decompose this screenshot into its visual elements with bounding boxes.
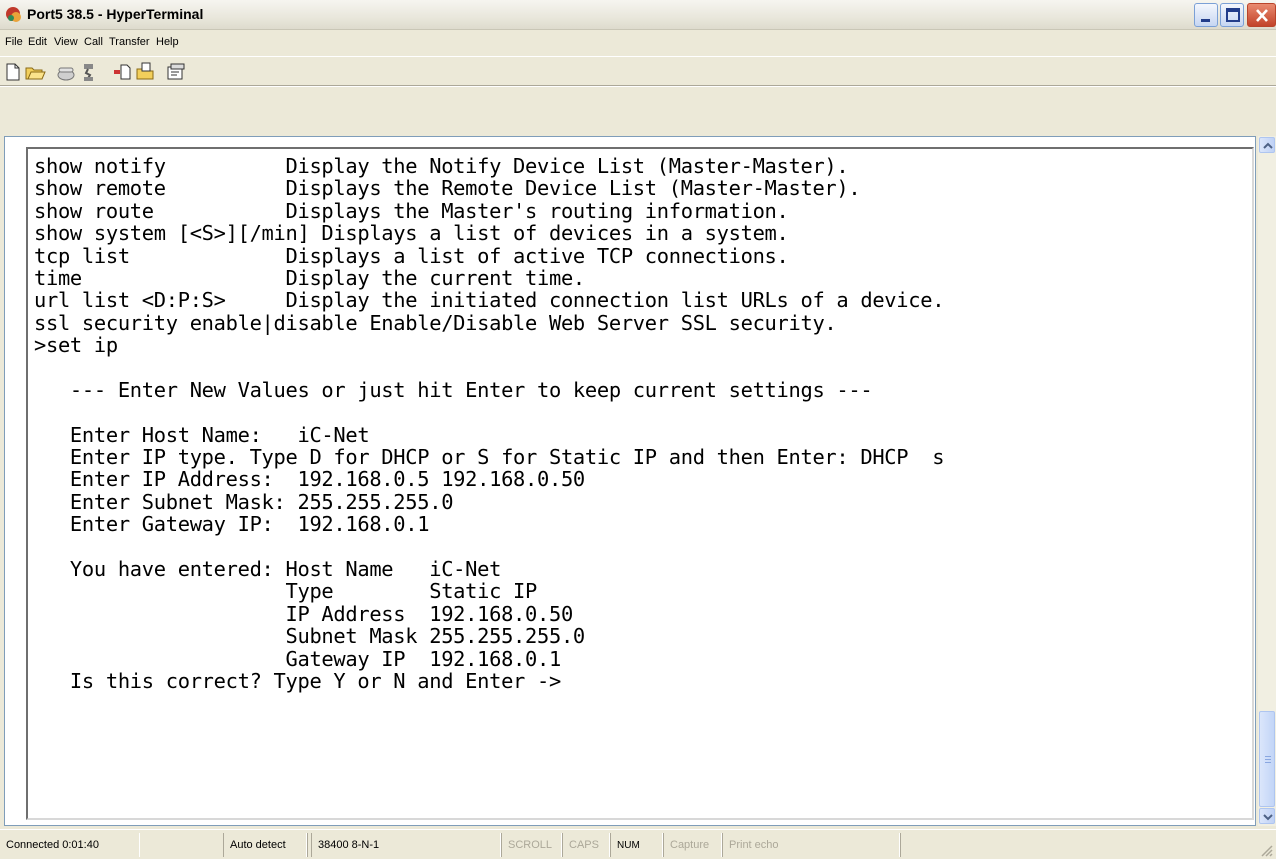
terminal-line: Enter IP Address: 192.168.0.5 192.168.0.…: [34, 467, 585, 492]
status-port-settings: 38400 8-N-1: [311, 833, 501, 857]
status-print-echo: Print echo: [722, 833, 900, 857]
terminal-line: Type Static IP: [34, 579, 538, 604]
status-caps: CAPS: [562, 833, 610, 857]
menu-help[interactable]: Help: [156, 36, 179, 48]
menu-view[interactable]: View: [54, 36, 78, 48]
terminal-line: show route Displays the Master's routing…: [34, 198, 789, 223]
terminal-line: Enter Host Name: iC-Net: [34, 422, 370, 447]
menu-bar: File Edit View Call Transfer Help: [0, 31, 1276, 55]
terminal-line: time Display the current time.: [34, 265, 585, 290]
status-num: NUM: [610, 833, 663, 857]
toolbar-divider: [0, 85, 1276, 87]
call-icon[interactable]: [55, 61, 77, 83]
terminal-line: IP Address 192.168.0.50: [34, 601, 574, 626]
terminal-output[interactable]: show notify Display the Notify Device Li…: [34, 155, 1244, 805]
new-document-icon[interactable]: [2, 61, 24, 83]
terminal-line: ssl security enable|disable Enable/Disab…: [34, 310, 837, 335]
terminal-line: Is this correct? Type Y or N and Enter -…: [34, 668, 561, 693]
menu-edit[interactable]: Edit: [28, 36, 47, 48]
terminal-line: show system [<S>][/min] Displays a list …: [34, 221, 789, 246]
terminal-line: Enter Subnet Mask: 255.255.255.0: [34, 489, 454, 514]
status-capture: Capture: [663, 833, 722, 857]
terminal-line: tcp list Displays a list of active TCP c…: [34, 243, 789, 268]
window-title: Port5 38.5 - HyperTerminal: [27, 6, 204, 22]
terminal-line: url list <D:P:S> Display the initiated c…: [34, 288, 945, 313]
properties-icon[interactable]: [165, 61, 187, 83]
maximize-button[interactable]: [1220, 3, 1244, 27]
toolbar: [0, 56, 1276, 86]
terminal-line: You have entered: Host Name iC-Net: [34, 557, 502, 582]
status-auto-detect: Auto detect: [223, 833, 307, 857]
scroll-down-arrow-icon[interactable]: [1259, 808, 1275, 824]
terminal-line: Subnet Mask 255.255.255.0: [34, 624, 586, 649]
terminal-line: >set ip: [34, 333, 118, 358]
menu-transfer[interactable]: Transfer: [109, 36, 150, 48]
disconnect-icon[interactable]: [78, 61, 100, 83]
terminal-line: show remote Displays the Remote Device L…: [34, 176, 861, 201]
hyperterminal-app-icon[interactable]: [5, 6, 23, 24]
menu-file[interactable]: File: [5, 36, 23, 48]
terminal-line: show notify Display the Notify Device Li…: [34, 155, 849, 178]
minimize-button[interactable]: [1194, 3, 1218, 27]
close-button[interactable]: [1247, 3, 1276, 27]
status-bar: Connected 0:01:40 Auto detect 38400 8-N-…: [0, 829, 1276, 859]
terminal-line: Gateway IP 192.168.0.1: [34, 646, 562, 671]
resize-grip-icon[interactable]: [1258, 842, 1274, 858]
send-icon[interactable]: [112, 61, 134, 83]
scroll-up-arrow-icon[interactable]: [1259, 137, 1275, 153]
vertical-scrollbar[interactable]: [1258, 136, 1276, 826]
receive-icon[interactable]: [134, 61, 156, 83]
terminal-line: --- Enter New Values or just hit Enter t…: [34, 377, 873, 402]
status-scroll: SCROLL: [501, 833, 562, 857]
scrollbar-thumb[interactable]: [1259, 711, 1275, 807]
menu-call[interactable]: Call: [84, 36, 103, 48]
terminal-line: Enter Gateway IP: 192.168.0.1: [34, 512, 430, 537]
title-bar[interactable]: Port5 38.5 - HyperTerminal: [0, 0, 1276, 30]
hyperterminal-window: Port5 38.5 - HyperTerminal File Edit Vie…: [0, 0, 1276, 859]
open-folder-icon[interactable]: [24, 61, 46, 83]
terminal-line: Enter IP type. Type D for DHCP or S for …: [34, 445, 945, 470]
status-connected: Connected 0:01:40: [0, 833, 140, 857]
